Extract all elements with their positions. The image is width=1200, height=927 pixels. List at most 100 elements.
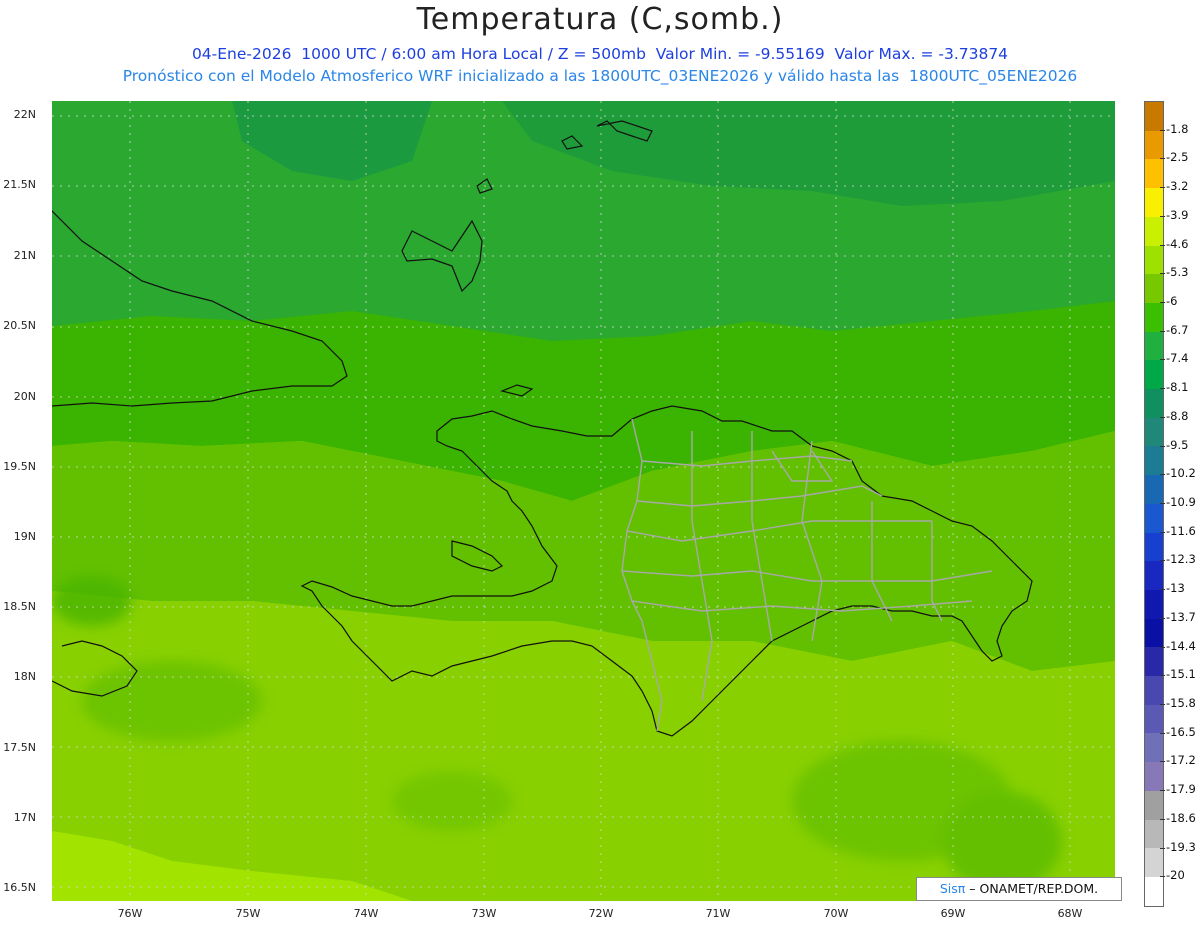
colorbar-tick <box>1160 158 1165 160</box>
lon-label: 74W <box>353 907 379 920</box>
map-title: Temperatura (C,somb.) <box>416 2 784 37</box>
colorbar-label: -3.2 <box>1166 179 1189 194</box>
colorbar-label: -11.6 <box>1166 523 1196 538</box>
lon-label: 68W <box>1057 907 1083 920</box>
colorbar-label: -17.9 <box>1166 782 1196 797</box>
colorbar-swatch <box>1145 647 1163 677</box>
colorbar-label: -20 <box>1166 868 1185 883</box>
colorbar-tick <box>1160 416 1165 418</box>
colorbar-tick <box>1160 589 1165 591</box>
colorbar-swatch <box>1145 102 1163 131</box>
colorbar-label: -10.2 <box>1166 466 1196 481</box>
colorbar-swatch <box>1145 733 1163 763</box>
colorbar-label: -6.7 <box>1166 322 1189 337</box>
temperature-map <box>52 101 1115 901</box>
colorbar-tick <box>1160 187 1165 189</box>
colorbar-swatch <box>1145 360 1163 390</box>
lat-label: 18.5N <box>3 600 36 613</box>
model-info-line: Pronóstico con el Modelo Atmosferico WRF… <box>122 67 1078 85</box>
colorbar-tick <box>1160 388 1165 390</box>
lon-label: 70W <box>823 907 849 920</box>
colorbar-label: -1.8 <box>1166 121 1189 136</box>
colorbar-swatch <box>1145 216 1163 246</box>
colorbar-swatch <box>1145 159 1163 189</box>
lon-label: 73W <box>471 907 497 920</box>
colorbar-swatch <box>1145 188 1163 217</box>
colorbar-label: -7.4 <box>1166 351 1189 366</box>
lat-label: 20.5N <box>3 319 36 332</box>
colorbar-label: -16.5 <box>1166 724 1196 739</box>
lat-label: 16.5N <box>3 881 36 894</box>
colorbar-tick <box>1160 359 1165 361</box>
colorbar-label: -8.1 <box>1166 380 1189 395</box>
colorbar-swatch <box>1145 618 1163 648</box>
lat-label: 19N <box>13 530 36 543</box>
colorbar-swatch <box>1145 876 1163 906</box>
colorbar-tick <box>1160 732 1165 734</box>
colorbar-tick <box>1160 273 1165 275</box>
lat-label: 20N <box>13 390 36 403</box>
colorbar-tick <box>1160 847 1165 849</box>
temperature-field <box>52 101 1115 901</box>
colorbar-tick <box>1160 330 1165 332</box>
credit-box: Sisπ – ONAMET/REP.DOM. <box>916 877 1122 901</box>
credit-brand: Sisπ <box>939 881 966 896</box>
colorbar-label: -13.7 <box>1166 609 1196 624</box>
valid-time-line: 04-Ene-2026 1000 UTC / 6:00 am Hora Loca… <box>191 45 1009 63</box>
colorbar-label: -18.6 <box>1166 810 1196 825</box>
colorbar-swatch <box>1145 274 1163 303</box>
colorbar-swatch <box>1145 589 1163 619</box>
colorbar-label: -13 <box>1166 581 1185 596</box>
colorbar-label: -12.3 <box>1166 552 1196 567</box>
colorbar-label: -10.9 <box>1166 495 1196 509</box>
lat-label: 19.5N <box>3 460 36 473</box>
lon-label: 72W <box>588 907 614 920</box>
colorbar-label: -17.2 <box>1166 753 1196 768</box>
colorbar-tick <box>1160 761 1165 763</box>
colorbar <box>1144 101 1164 907</box>
lat-label: 22N <box>13 108 36 121</box>
lat-label: 17.5N <box>3 741 36 754</box>
colorbar-label: -8.8 <box>1166 408 1189 423</box>
colorbar-tick <box>1160 445 1165 447</box>
colorbar-tick <box>1160 617 1165 619</box>
colorbar-tick <box>1160 302 1165 303</box>
colorbar-swatch <box>1145 417 1163 447</box>
colorbar-label: -9.5 <box>1166 437 1189 452</box>
lat-label: 21N <box>13 249 36 262</box>
colorbar-label: -3.9 <box>1166 207 1189 222</box>
lon-label: 75W <box>235 907 261 920</box>
colorbar-label: -15.8 <box>1166 696 1196 710</box>
colorbar-label: -5.3 <box>1166 265 1189 280</box>
lat-label: 17N <box>13 811 36 824</box>
colorbar-swatch <box>1145 676 1163 705</box>
colorbar-swatch <box>1145 704 1163 734</box>
lat-label: 21.5N <box>3 178 36 191</box>
colorbar-swatch <box>1145 762 1163 791</box>
colorbar-swatch <box>1145 848 1163 877</box>
colorbar-tick <box>1160 503 1165 504</box>
colorbar-tick <box>1160 244 1165 246</box>
colorbar-swatch <box>1145 790 1163 820</box>
colorbar-swatch <box>1145 389 1163 418</box>
colorbar-tick <box>1160 560 1165 562</box>
lon-label: 76W <box>117 907 143 920</box>
colorbar-tick <box>1160 474 1165 476</box>
colorbar-swatch <box>1145 475 1163 504</box>
colorbar-swatch <box>1145 532 1163 562</box>
colorbar-swatch <box>1145 503 1163 533</box>
colorbar-label: -14.4 <box>1166 638 1196 653</box>
colorbar-swatch <box>1145 130 1163 160</box>
credit-text: – ONAMET/REP.DOM. <box>965 881 1099 896</box>
colorbar-tick <box>1160 646 1165 648</box>
lon-label: 69W <box>940 907 966 920</box>
colorbar-label: -19.3 <box>1166 839 1196 854</box>
colorbar-label: -15.1 <box>1166 667 1196 682</box>
colorbar-swatch <box>1145 446 1163 476</box>
colorbar-tick <box>1160 790 1165 792</box>
colorbar-tick <box>1160 704 1165 705</box>
colorbar-swatch <box>1145 331 1163 361</box>
colorbar-swatch <box>1145 561 1163 590</box>
lat-label: 18N <box>13 670 36 683</box>
lon-label: 71W <box>705 907 731 920</box>
